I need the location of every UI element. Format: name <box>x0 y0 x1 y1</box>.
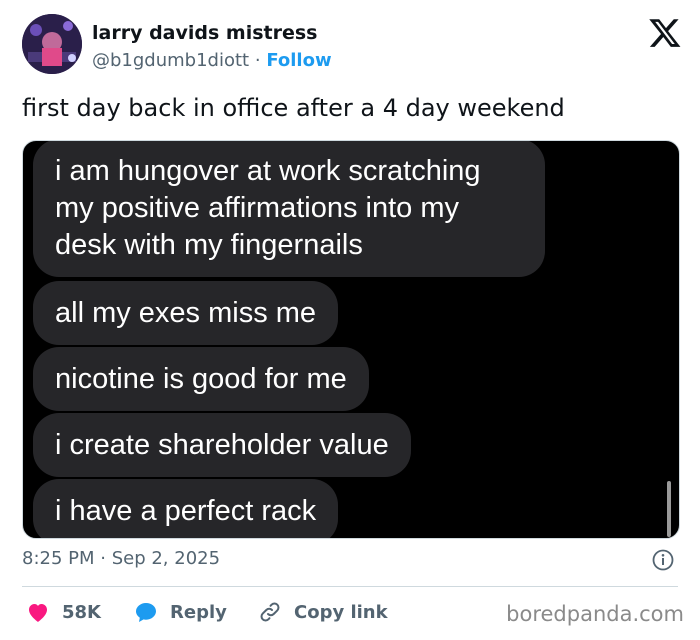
x-logo-icon[interactable] <box>648 16 682 50</box>
message-bubble: all my exes miss me <box>33 281 339 345</box>
message-bubble: i create shareholder value <box>33 413 411 477</box>
tweet-timestamp[interactable]: 8:25 PM · Sep 2, 2025 <box>22 548 220 569</box>
heart-icon <box>29 604 47 622</box>
tweet-header: larry davids mistress @b1gdumb1diott · F… <box>22 14 682 78</box>
message-bubble: i am hungover at work scratching my posi… <box>33 141 545 277</box>
reply-label: Reply <box>170 601 227 623</box>
link-icon <box>260 602 280 622</box>
like-button[interactable]: 58K <box>26 598 101 626</box>
like-count: 58K <box>62 601 101 623</box>
display-name[interactable]: larry davids mistress <box>92 22 318 44</box>
follow-button[interactable]: Follow <box>266 50 331 71</box>
reply-button[interactable]: Reply <box>134 598 227 626</box>
separator-dot: · <box>254 50 261 71</box>
tweet-text: first day back in office after a 4 day w… <box>22 94 565 122</box>
avatar[interactable] <box>22 14 82 74</box>
copy-link-label: Copy link <box>294 601 388 623</box>
message-bubble: i have a perfect rack <box>33 479 339 538</box>
handle-row: @b1gdumb1diott · Follow <box>92 50 332 71</box>
info-icon[interactable] <box>652 549 674 571</box>
media-scrollbar <box>667 481 671 537</box>
tweet-media-image[interactable]: i am hungover at work scratching my posi… <box>22 140 680 539</box>
watermark: boredpanda.com <box>506 602 684 626</box>
copy-link-button[interactable]: Copy link <box>258 598 388 626</box>
handle[interactable]: @b1gdumb1diott <box>92 50 249 71</box>
tweet-card: larry davids mistress @b1gdumb1diott · F… <box>0 0 700 640</box>
reply-bubble-icon <box>136 603 156 622</box>
message-bubble: nicotine is good for me <box>33 347 369 411</box>
divider <box>22 586 678 587</box>
